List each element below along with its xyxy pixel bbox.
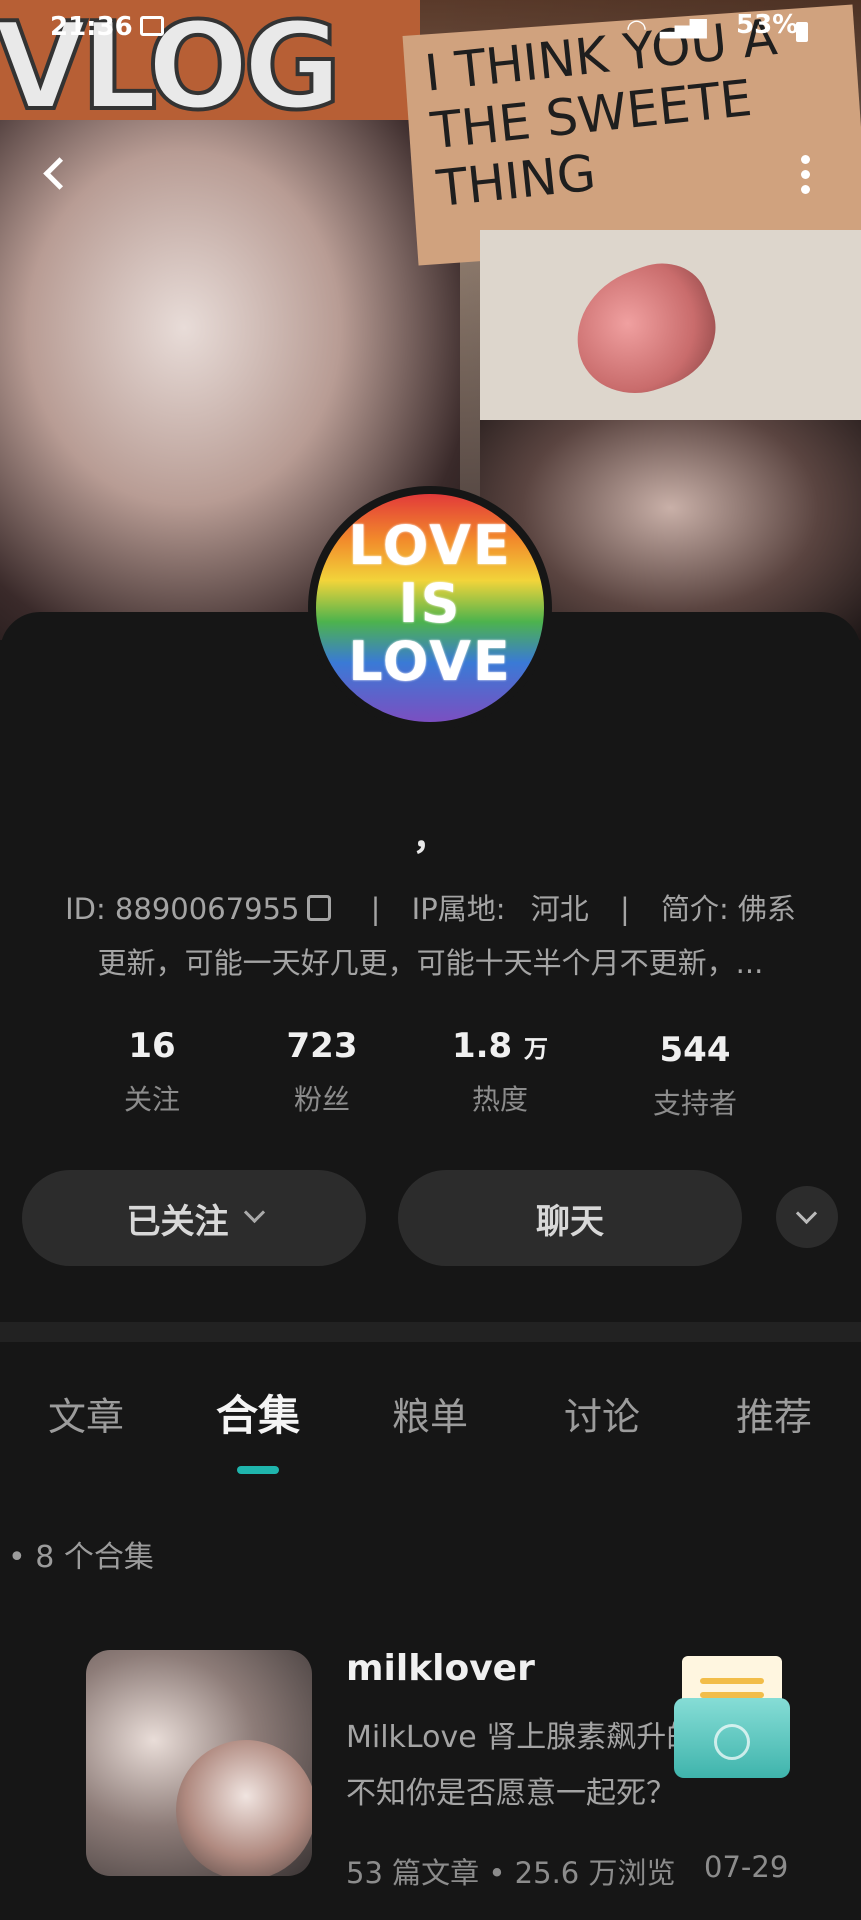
username: ， [412,817,449,858]
mail-envelope-icon[interactable] [674,1656,790,1780]
battery-icon [796,22,808,42]
tab-articles[interactable]: 文章 [48,1386,124,1441]
collection-date: 07-29 [704,1850,789,1884]
expand-recommendations-button[interactable] [776,1186,838,1248]
avatar[interactable]: LOVE IS LOVE [308,486,552,730]
stat-label: 粉丝 [293,1083,350,1116]
section-divider [0,1322,861,1342]
stat-label: 热度 [471,1083,528,1116]
avatar-text-line1: LOVE [348,514,512,577]
following-button[interactable]: 已关注 [22,1170,366,1266]
ip-label: IP属地: [411,892,506,926]
collection-count: • 8 个合集 [8,1540,154,1575]
collection-stats: 53 篇文章 • 25.6 万浏览 [346,1856,676,1890]
stat-label: 支持者 [652,1087,737,1120]
chevron-down-icon [243,1201,265,1223]
avatar-text-line3: LOVE [348,630,512,693]
stat-heat[interactable]: 1.8 万 热度 [440,1026,560,1118]
chat-button[interactable]: 聊天 [398,1170,742,1266]
active-tab-indicator [237,1466,279,1474]
more-options-button[interactable] [790,150,820,210]
gallery-notification-icon [140,16,164,36]
stat-supporters[interactable]: 544 支持者 [640,1030,750,1122]
tab-recommend[interactable]: 推荐 [736,1386,812,1441]
intro-label[interactable]: 简介: 佛系 [661,892,796,926]
tab-lists[interactable]: 粮单 [392,1386,468,1441]
copy-icon[interactable] [307,895,332,921]
more-dot [800,170,810,179]
stat-value: 1.8 万 [440,1026,560,1066]
stat-value: 723 [272,1026,372,1066]
stat-number: 544 [659,1030,731,1070]
chat-label: 聊天 [536,1201,604,1242]
wifi-icon: ◠ [626,14,647,42]
ip-value: 河北 [530,892,589,926]
stat-number: 1.8 [451,1026,513,1066]
status-bar: 21:36 ◠ ▂▄▆ 53% [0,0,861,56]
collection-title[interactable]: milklover [346,1648,535,1689]
stat-followers[interactable]: 723 粉丝 [272,1026,372,1118]
profile-intro[interactable]: 更新，可能一天好几更，可能十天半个月不更新，... [0,940,861,982]
stat-following[interactable]: 16 关注 [112,1026,192,1118]
more-dot [800,185,810,194]
stat-unit: 万 [524,1035,549,1063]
user-id: ID: 8890067955 [65,892,300,926]
more-vertical-icon [800,155,810,164]
collection-thumbnail[interactable] [86,1650,312,1876]
collection-description: 不知你是否愿意一起死？ [346,1776,676,1811]
envelope-seal [714,1724,750,1760]
separator: | [370,892,381,926]
signal-icon: ▂▄▆ [660,14,707,39]
battery-level: 53% [736,10,799,40]
stat-number: 723 [286,1026,358,1066]
thumbnail-photo [176,1740,312,1876]
profile-meta-line: ID: 8890067955 | IP属地: 河北 | 简介: 佛系 [0,886,861,928]
separator: | [619,892,630,926]
tab-discussion[interactable]: 讨论 [564,1386,640,1441]
following-label: 已关注 [126,1201,229,1242]
stat-value: 544 [640,1030,750,1070]
status-time: 21:36 [50,12,133,42]
avatar-text-line2: IS [398,572,462,635]
tab-collections[interactable]: 合集 [216,1382,300,1443]
stat-number: 16 [128,1026,176,1066]
stat-label: 关注 [123,1083,180,1116]
stat-value: 16 [112,1026,192,1066]
collection-description: MilkLove 肾上腺素飙升的 [346,1720,697,1755]
back-button[interactable] [36,150,76,200]
